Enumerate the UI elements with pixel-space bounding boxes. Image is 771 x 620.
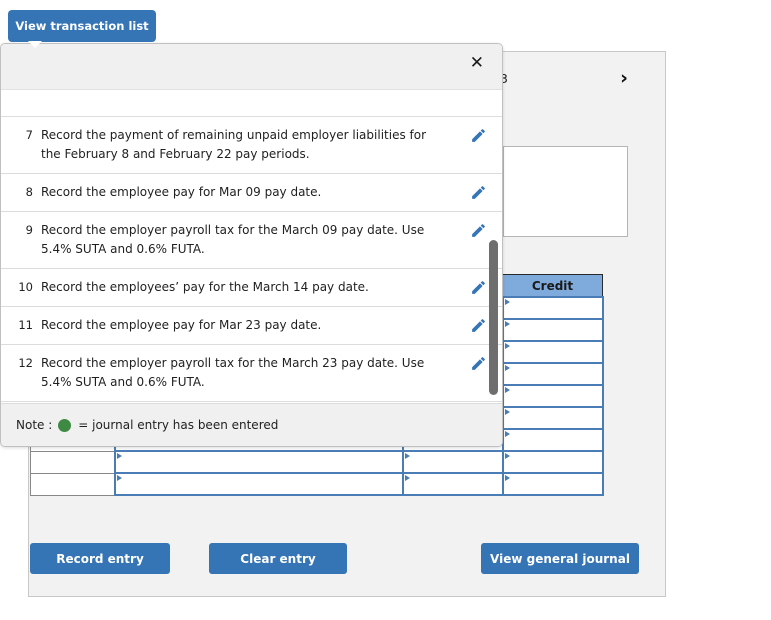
note-text: = journal entry has been entered — [78, 418, 279, 432]
cell-credit[interactable] — [501, 340, 604, 364]
transaction-row[interactable]: 8 Record the employee pay for Mar 09 pay … — [1, 174, 502, 212]
popover-header: ✕ — [1, 44, 502, 90]
clear-entry-button[interactable]: Clear entry — [209, 543, 347, 574]
transaction-number: 11 — [18, 318, 33, 332]
transaction-number: 12 — [18, 356, 33, 370]
cell-account[interactable] — [113, 472, 404, 496]
cell-date[interactable] — [30, 472, 115, 496]
cell-credit[interactable] — [501, 296, 604, 320]
transaction-list[interactable]: 7 Record the payment of remaining unpaid … — [1, 117, 502, 406]
list-scrollbar-thumb[interactable] — [489, 240, 498, 395]
pencil-edit-icon[interactable] — [454, 183, 502, 201]
cell-credit[interactable] — [501, 318, 604, 342]
transaction-number: 7 — [25, 128, 33, 142]
cell-account[interactable] — [113, 450, 404, 474]
close-icon[interactable]: ✕ — [470, 55, 484, 72]
green-dot-icon — [58, 418, 72, 432]
view-general-journal-button[interactable]: View general journal — [481, 543, 639, 574]
transaction-number: 9 — [25, 223, 33, 237]
transaction-description: Record the employees’ pay for the March … — [41, 280, 369, 294]
transaction-row[interactable]: 9 Record the employer payroll tax for the… — [1, 212, 502, 269]
transaction-description: Record the employee pay for Mar 09 pay d… — [41, 185, 322, 199]
transaction-row[interactable]: 7 Record the payment of remaining unpaid … — [1, 117, 502, 174]
legend-note: Note : = journal entry has been entered — [1, 403, 502, 446]
memo-textarea[interactable] — [503, 146, 628, 237]
transaction-description: Record the employer payroll tax for the … — [41, 356, 425, 389]
cell-debit[interactable] — [401, 450, 504, 474]
transaction-number: 10 — [18, 280, 33, 294]
transaction-row[interactable]: 10 Record the employees’ pay for the Marc… — [1, 269, 502, 307]
pencil-edit-icon[interactable] — [454, 126, 502, 144]
note-label: Note : — [16, 418, 53, 432]
transaction-description: Record the employee pay for Mar 23 pay d… — [41, 318, 322, 332]
cell-credit[interactable] — [501, 450, 604, 474]
chevron-right-icon[interactable]: › — [620, 68, 628, 88]
table-row — [30, 450, 604, 474]
transaction-row[interactable]: 11 Record the employee pay for Mar 23 pay… — [1, 307, 502, 345]
pencil-edit-icon[interactable] — [454, 221, 502, 239]
cell-date[interactable] — [30, 450, 115, 474]
journal-pager: 13 › — [480, 60, 640, 96]
transaction-description: Record the employer payroll tax for the … — [41, 223, 425, 256]
transaction-description: Record the payment of remaining unpaid e… — [41, 128, 427, 161]
cell-credit[interactable] — [501, 362, 604, 386]
cell-credit[interactable] — [501, 472, 604, 496]
cell-credit[interactable] — [501, 428, 604, 452]
table-row — [30, 472, 604, 496]
cell-credit[interactable] — [501, 406, 604, 430]
transaction-list-popover: ✕ 7 Record the payment of remaining unpai… — [0, 43, 503, 447]
view-transaction-list-button[interactable]: View transaction list — [8, 10, 156, 48]
cell-debit[interactable] — [401, 472, 504, 496]
list-top-gap — [1, 90, 502, 117]
transaction-row[interactable]: 12 Record the employer payroll tax for th… — [1, 345, 502, 402]
cell-credit[interactable] — [501, 384, 604, 408]
record-entry-button[interactable]: Record entry — [30, 543, 170, 574]
column-header-credit: Credit — [502, 274, 603, 298]
transaction-number: 8 — [25, 185, 33, 199]
